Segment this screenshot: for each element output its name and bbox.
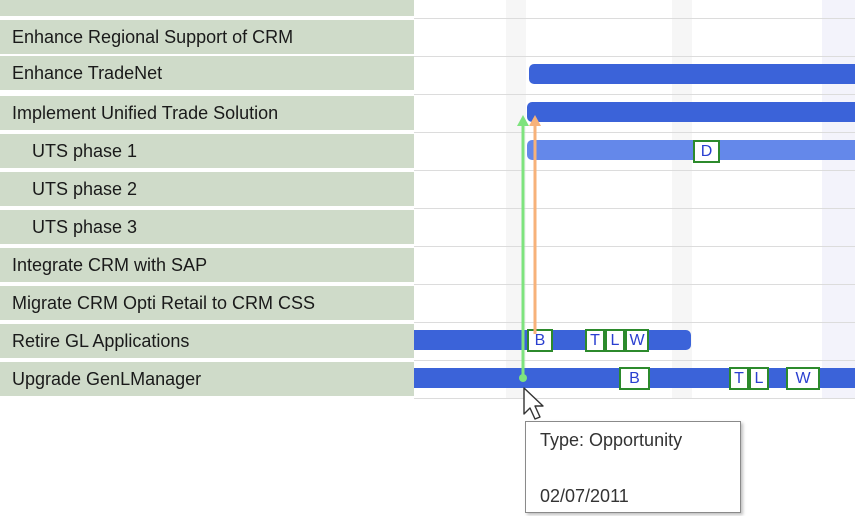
tooltip-date: 02/07/2011 [540, 486, 629, 506]
dependency-arrow-green [517, 115, 529, 382]
tooltip-popup: Type: Opportunity 02/07/2011 [525, 421, 741, 513]
dependency-arrow-orange [529, 115, 541, 334]
tooltip-type: Type: Opportunity [540, 430, 683, 450]
mouse-cursor-icon [523, 387, 544, 420]
